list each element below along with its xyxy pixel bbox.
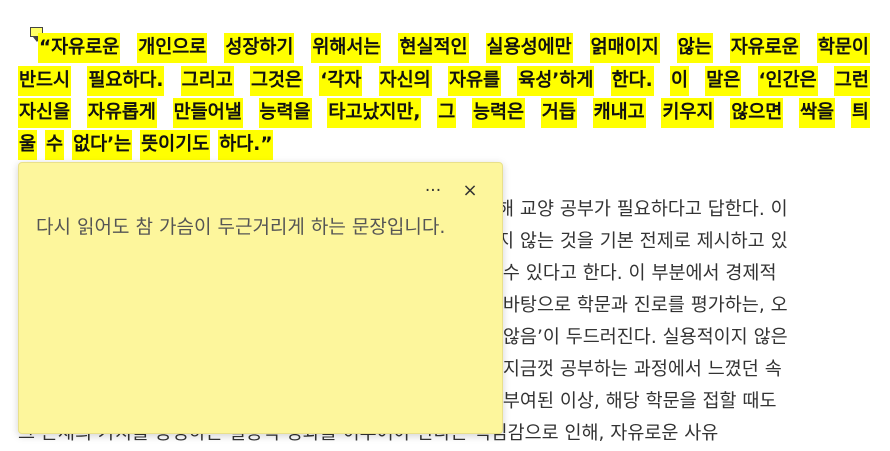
body-text: 위해 교양 공부가 필요하다고 답한다. 이	[480, 199, 788, 220]
body-line: 을 바탕으로 학문과 진로를 평가하는, 오	[480, 291, 870, 321]
highlighted-word: 자유를	[447, 66, 501, 96]
highlighted-word: 않는	[676, 33, 713, 63]
body-text: 이지 않는 것을 기본 전제로 제시하고 있	[480, 231, 788, 252]
highlighted-word: 자신의	[378, 66, 432, 96]
highlighted-word: 뜻이기도	[140, 130, 211, 160]
body-text: 을 바탕으로 학문과 진로를 평가하는, 오	[480, 295, 788, 316]
highlighted-word: 없다’는	[72, 130, 133, 160]
highlighted-word: 반드시	[18, 66, 72, 96]
highlighted-word: ‘각자	[319, 66, 363, 96]
quote-line-4: 울 수 없다’는 뜻이기도 하다.”	[18, 130, 870, 160]
highlighted-word: 그것은	[249, 66, 304, 96]
body-line: 선 지금껏 공부하는 과정에서 느꼈던 속	[480, 355, 870, 385]
highlighted-word: “자유로운	[38, 33, 121, 63]
highlighted-word: 타고났지만,	[327, 98, 422, 128]
body-text: 킬 수 있다고 한다. 이 부분에서 경제적	[480, 263, 777, 284]
highlighted-word: 위해서는	[311, 33, 382, 63]
more-options-icon[interactable]: ···	[423, 181, 443, 201]
highlighted-word: 성장하기	[224, 33, 295, 63]
highlighted-word: 거듭	[540, 98, 577, 128]
body-line: 킬 수 있다고 한다. 이 부분에서 경제적	[480, 259, 870, 289]
document-page: “자유로운 개인으로 성장하기 위해서는 현실적인 실용성에만 얽매이지 않는 자유로운 학문이 …	[0, 0, 890, 451]
highlighted-word: 개인으로	[137, 33, 208, 63]
highlighted-word: 자신을	[18, 98, 72, 128]
highlighted-word: 현실적인	[398, 33, 469, 63]
quote-line-1: “자유로운 개인으로 성장하기 위해서는 현실적인 실용성에만 얽매이지 않는 자유로운 학문이	[38, 33, 870, 63]
body-line: 이지 않는 것을 기본 전제로 제시하고 있	[480, 227, 870, 257]
highlighted-word: 얽매이지	[589, 33, 660, 63]
highlighted-word: 능력은	[471, 98, 526, 128]
body-line: 가 부여된 이상, 해당 학문을 접할 때도	[480, 387, 870, 417]
highlighted-word: 틔	[850, 98, 870, 128]
highlighted-word: 한다.	[610, 66, 654, 96]
highlighted-word: 학문이	[816, 33, 870, 63]
highlighted-word: 수	[45, 130, 65, 160]
body-line: 지 않음’이 두드러진다. 실용적이지 않은	[480, 323, 870, 353]
highlighted-word: 자유롭게	[86, 98, 157, 128]
highlighted-word: 자유로운	[729, 33, 800, 63]
highlighted-word: 그리고	[180, 66, 234, 96]
body-text: 가 부여된 이상, 해당 학문을 접할 때도	[480, 391, 777, 412]
highlighted-word: 키우지	[661, 98, 715, 128]
highlighted-word: 실용성에만	[485, 33, 573, 63]
quote-line-3: 자신을 자유롭게 만들어낼 능력을 타고났지만, 그 능력은 거듭 캐내고 키우지 않으면 싹을 틔	[18, 98, 870, 128]
highlighted-word: 하다.”	[218, 130, 274, 160]
highlighted-word: 능력을	[258, 98, 312, 128]
highlighted-word: 울	[18, 130, 38, 160]
highlighted-word: 않으면	[730, 98, 784, 128]
body-line: 위해 교양 공부가 필요하다고 답한다. 이	[480, 195, 870, 225]
highlighted-word: 그	[437, 98, 457, 128]
highlighted-word: 필요하다.	[87, 66, 165, 96]
close-icon[interactable]: ×	[460, 181, 480, 201]
highlighted-word: 싹을	[799, 98, 836, 128]
sticky-note[interactable]: ··· × 다시 읽어도 참 가슴이 두근거리게 하는 문장입니다.	[18, 162, 503, 434]
highlighted-word: 이	[669, 66, 689, 96]
highlighted-word: 만들어낼	[172, 98, 243, 128]
highlighted-word: 육성’하게	[517, 66, 595, 96]
highlighted-word: 말은	[705, 66, 742, 96]
quote-line-2: 반드시 필요하다. 그리고 그것은 ‘각자 자신의 자유를 육성’하게 한다. 이 말은 ‘인간은 그런	[18, 66, 870, 96]
highlighted-word: ‘인간은	[757, 66, 818, 96]
highlighted-word: 캐내고	[592, 98, 646, 128]
body-text: 지 않음’이 두드러진다. 실용적이지 않은	[480, 327, 788, 348]
highlighted-word: 그런	[833, 66, 870, 96]
body-text: 선 지금껏 공부하는 과정에서 느꼈던 속	[480, 359, 782, 380]
sticky-note-text[interactable]: 다시 읽어도 참 가슴이 두근거리게 하는 문장입니다.	[36, 213, 486, 241]
